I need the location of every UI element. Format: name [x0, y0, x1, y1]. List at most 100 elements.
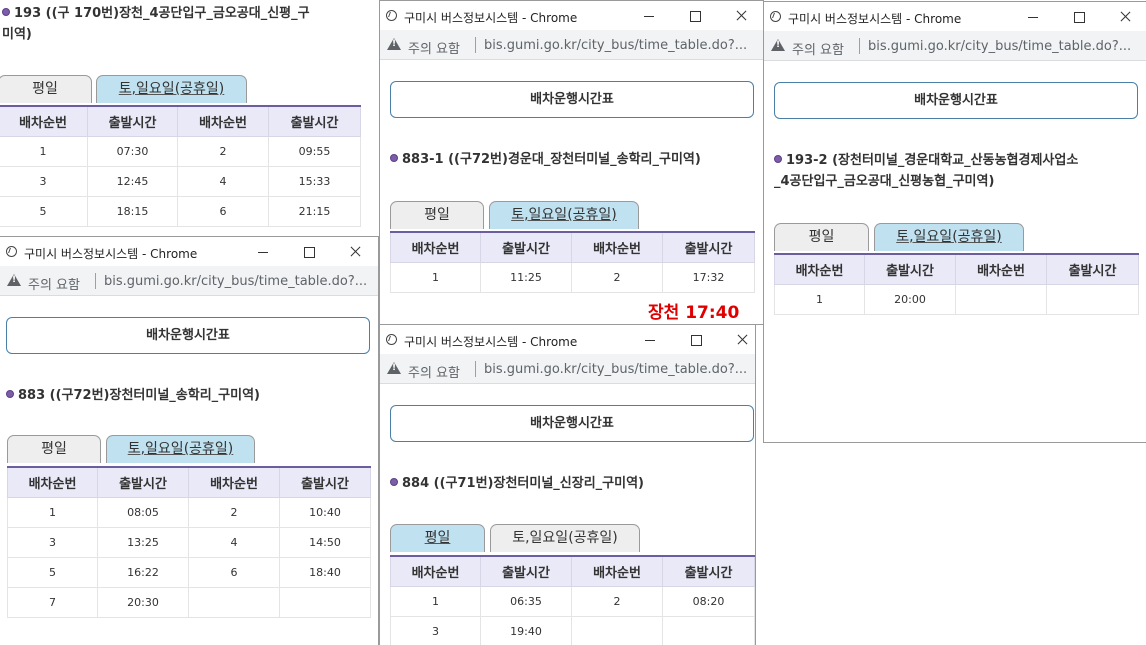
col-time: 출발시간 [1046, 253, 1139, 285]
tab-weekday[interactable]: 평일 [774, 223, 869, 251]
route-title-193-2: 193-2 (장천터미널_경운대학교_산동농협경제사업소 _4공단입구_금오공대_… [774, 153, 1079, 189]
cell: 2 [177, 135, 269, 167]
table-row: 5 18:15 6 21:15 [0, 195, 361, 227]
maximize-button[interactable] [673, 325, 719, 354]
bullet-icon [6, 390, 14, 398]
cell: 6 [188, 556, 280, 588]
cell: 2 [188, 496, 280, 528]
maximize-button[interactable] [672, 1, 718, 30]
tab-holiday[interactable]: 토,일요일(공휴일) [874, 223, 1024, 251]
maximize-button[interactable] [286, 237, 332, 266]
table-row: 5 16:22 6 18:40 [7, 556, 371, 588]
url-text[interactable]: bis.gumi.go.kr/city_bus/time_table.do?..… [484, 362, 747, 377]
table-row: 3 13:25 4 14:50 [7, 526, 371, 558]
col-seq: 배차순번 [571, 231, 663, 263]
route-title-883: 883 ((구72번)장천터미널_송학리_구미역) [6, 385, 376, 406]
window-title: 구미시 버스정보시스템 - Chrome [404, 335, 578, 349]
col-seq: 배차순번 [571, 555, 663, 587]
table-row: 7 20:30 [7, 586, 371, 618]
close-button[interactable] [1102, 2, 1146, 31]
cell: 09:55 [268, 135, 361, 167]
tab-holiday[interactable]: 토,일요일(공휴일) [490, 524, 640, 552]
tab-weekday[interactable]: 평일 [390, 201, 484, 229]
cell: 1 [390, 261, 481, 293]
route-title-193: 193 ((구 170번)장천_4공단입구_금오공대_신평_구 미역) [2, 6, 310, 42]
timetable-page-button[interactable]: 배차운행시간표 [390, 81, 754, 118]
timetable-page-button[interactable]: 배차운행시간표 [774, 82, 1138, 119]
maximize-button[interactable] [1056, 2, 1102, 31]
tab-holiday[interactable]: 토,일요일(공휴일) [96, 75, 247, 103]
url-text[interactable]: bis.gumi.go.kr/city_bus/time_table.do?..… [868, 39, 1131, 54]
warning-icon [387, 362, 401, 374]
security-caution[interactable]: 주의 요함 [408, 38, 460, 57]
col-seq: 배차순번 [390, 231, 481, 263]
cell: 14:50 [279, 526, 371, 558]
table-row: 1 11:25 2 17:32 [390, 261, 755, 293]
security-caution[interactable]: 주의 요함 [408, 362, 460, 381]
table-header: 배차순번 출발시간 배차순번 출발시간 [7, 466, 371, 498]
divider [475, 361, 476, 377]
table-row: 1 08:05 2 10:40 [7, 496, 371, 528]
window-title: 구미시 버스정보시스템 - Chrome [24, 247, 198, 261]
tab-holiday[interactable]: 토,일요일(공휴일) [106, 435, 255, 463]
table-header: 배차순번 출발시간 배차순번 출발시간 [390, 231, 755, 263]
col-seq: 배차순번 [188, 466, 280, 498]
col-time: 출발시간 [662, 231, 755, 263]
cell: 7 [7, 586, 98, 618]
url-text[interactable]: bis.gumi.go.kr/city_bus/time_table.do?..… [484, 38, 747, 53]
cell: 18:40 [279, 556, 371, 588]
url-text[interactable]: bis.gumi.go.kr/city_bus/time_table.do?..… [104, 274, 367, 289]
close-button[interactable] [718, 1, 763, 30]
cell: 6 [177, 195, 269, 227]
timetable-page-button[interactable]: 배차운행시간표 [6, 317, 370, 354]
cell: 3 [7, 526, 98, 558]
minimize-button[interactable] [1010, 2, 1056, 31]
col-time: 출발시간 [480, 555, 572, 587]
cell: 10:40 [279, 496, 371, 528]
window-title: 구미시 버스정보시스템 - Chrome [404, 11, 578, 25]
col-time: 출발시간 [279, 466, 371, 498]
address-bar[interactable]: 주의 요함 bis.gumi.go.kr/city_bus/time_table… [380, 30, 763, 60]
annotation-text: 장천 17:40 [648, 303, 740, 323]
cell [571, 615, 663, 645]
address-bar[interactable]: 주의 요함 bis.gumi.go.kr/city_bus/time_table… [380, 354, 755, 384]
tab-holiday[interactable]: 토,일요일(공휴일) [489, 201, 639, 229]
close-button[interactable] [719, 325, 755, 354]
cell: 13:25 [97, 526, 189, 558]
address-bar[interactable]: 주의 요함 bis.gumi.go.kr/city_bus/time_table… [764, 31, 1146, 61]
cell [188, 586, 280, 618]
divider [859, 38, 860, 54]
tab-weekday[interactable]: 평일 [7, 435, 101, 463]
title-bar: 구미시 버스정보시스템 - Chrome [0, 237, 378, 266]
cell [955, 283, 1047, 315]
security-caution[interactable]: 주의 요함 [28, 274, 80, 293]
route-title-884: 884 ((구71번)장천터미널_신장리_구미역) [390, 473, 754, 494]
timetable-page-button[interactable]: 배차운행시간표 [390, 405, 754, 442]
warning-icon [771, 39, 785, 51]
col-seq: 배차순번 [774, 253, 865, 285]
col-time: 출발시간 [480, 231, 572, 263]
col-seq: 배차순번 [7, 466, 98, 498]
bullet-icon [390, 154, 398, 162]
timetable-883: 배차순번 출발시간 배차순번 출발시간 1 08:05 2 10:40 3 13… [7, 466, 371, 618]
col-seq: 배차순번 [955, 253, 1047, 285]
cell: 07:30 [87, 135, 178, 167]
cell: 06:35 [480, 585, 572, 617]
cell: 11:25 [480, 261, 572, 293]
minimize-button[interactable] [240, 237, 286, 266]
cell [662, 615, 755, 645]
minimize-button[interactable] [626, 1, 672, 30]
close-button[interactable] [332, 237, 378, 266]
cell [279, 586, 371, 618]
tab-weekday[interactable]: 평일 [0, 75, 92, 103]
cell: 2 [571, 585, 663, 617]
window-883: 구미시 버스정보시스템 - Chrome 주의 요함 bis.gumi.go.k… [0, 236, 379, 645]
tab-weekday[interactable]: 평일 [390, 524, 485, 552]
minimize-button[interactable] [627, 325, 673, 354]
table-row: 1 06:35 2 08:20 [390, 585, 755, 617]
table-row: 1 07:30 2 09:55 [0, 135, 361, 167]
security-caution[interactable]: 주의 요함 [792, 39, 844, 58]
window-193-2: 구미시 버스정보시스템 - Chrome 주의 요함 bis.gumi.go.k… [763, 1, 1146, 443]
address-bar[interactable]: 주의 요함 bis.gumi.go.kr/city_bus/time_table… [0, 266, 378, 296]
cell: 4 [188, 526, 280, 558]
